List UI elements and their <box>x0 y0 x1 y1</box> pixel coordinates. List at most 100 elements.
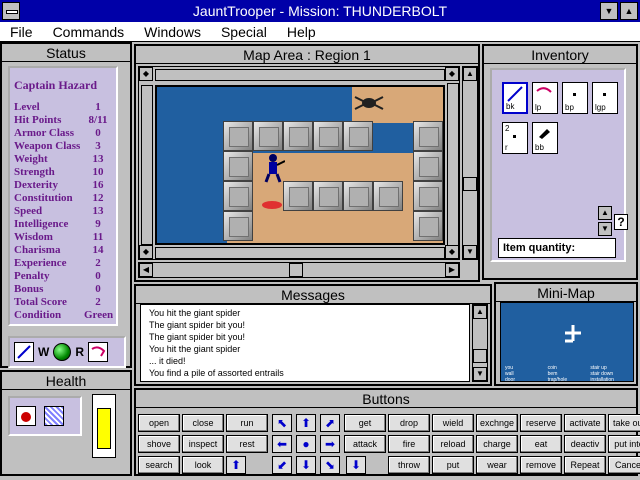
inventory-item-lp[interactable]: lp <box>532 82 558 114</box>
menu-help[interactable]: Help <box>277 22 326 42</box>
inventory-item-r[interactable]: 2r <box>502 122 528 154</box>
medkit-icon[interactable] <box>16 406 36 426</box>
reserve-button[interactable]: reserve <box>520 414 562 432</box>
put-into-button[interactable]: put into <box>608 435 640 453</box>
get-button[interactable]: get <box>344 414 386 432</box>
map-corner-nw[interactable]: ◆ <box>139 67 153 81</box>
legend-entry: trap/hole <box>547 377 568 383</box>
wear-button[interactable]: wear <box>476 456 518 474</box>
throw-button[interactable]: throw <box>388 456 430 474</box>
map-scroll-down[interactable]: ▼ <box>463 245 477 259</box>
arrow-southeast-icon[interactable]: ⬊ <box>320 456 340 474</box>
attack-button[interactable]: attack <box>344 435 386 453</box>
reload-button[interactable]: reload <box>432 435 474 453</box>
legend-entry: door <box>505 377 516 383</box>
minimize-button[interactable]: ▼ <box>600 2 618 20</box>
put-button[interactable]: put <box>432 456 474 474</box>
item-quantity-field[interactable]: Item quantity: <box>498 238 616 258</box>
exchnge-button[interactable]: exchnge <box>476 414 518 432</box>
map-frame: ◆ ◆ ◆ ◆ <box>138 66 460 260</box>
menu-commands[interactable]: Commands <box>43 22 135 42</box>
map-vertical-scrollbar[interactable]: ▲ ▼ <box>462 66 478 260</box>
stat-row: Armor Class 0 <box>14 127 112 140</box>
map-corner-se[interactable]: ◆ <box>445 245 459 259</box>
stat-label: Hit Points <box>14 114 62 126</box>
map-view[interactable] <box>155 85 445 245</box>
deactiv-button[interactable]: deactiv <box>564 435 606 453</box>
stat-row: Wisdom 11 <box>14 231 112 244</box>
inventory-scroll-down[interactable]: ▼ <box>598 222 612 236</box>
giant-spider-icon[interactable] <box>353 91 385 115</box>
stat-value: 14 <box>92 244 104 256</box>
remove-button[interactable]: remove <box>520 456 562 474</box>
stair-up-icon[interactable]: ⬆ <box>226 456 246 474</box>
system-menu-button[interactable] <box>2 2 20 20</box>
map-corner-sw[interactable]: ◆ <box>139 245 153 259</box>
look-button[interactable]: look <box>182 456 224 474</box>
shield-icon[interactable] <box>44 406 64 426</box>
arrow-northeast-icon[interactable]: ⬈ <box>320 414 340 432</box>
stat-value: 3 <box>95 140 101 152</box>
fire-button[interactable]: fire <box>388 435 430 453</box>
eat-button[interactable]: eat <box>520 435 562 453</box>
inventory-item-bk[interactable]: bk <box>502 82 528 114</box>
run-button[interactable]: run <box>226 414 268 432</box>
help-button[interactable]: ? <box>614 214 628 230</box>
map-hscroll-thumb[interactable] <box>289 263 303 277</box>
wield-button[interactable]: wield <box>432 414 474 432</box>
inventory-item-bb[interactable]: bb <box>532 122 558 154</box>
maximize-button[interactable]: ▲ <box>620 2 638 20</box>
wall-tile <box>413 211 443 241</box>
inventory-item-bp[interactable]: bp <box>562 82 588 114</box>
search-button[interactable]: search <box>138 456 180 474</box>
charge-button[interactable]: charge <box>476 435 518 453</box>
arrow-east-icon[interactable]: ➡ <box>320 435 340 453</box>
close-button[interactable]: close <box>182 414 224 432</box>
messages-scroll-up[interactable]: ▲ <box>473 305 487 319</box>
center-dot-icon[interactable]: ● <box>296 435 316 453</box>
wall-tile <box>343 121 373 151</box>
arrow-west-icon[interactable]: ⬅ <box>272 435 292 453</box>
wall-tile <box>223 181 253 211</box>
minimap-panel: Mini-Map you coin stair up wall bem stair dow… <box>494 282 638 386</box>
map-top-rail <box>155 69 445 81</box>
activate-button[interactable]: activate <box>564 414 606 432</box>
map-horizontal-scrollbar[interactable]: ◀ ▶ <box>138 262 460 278</box>
arrow-south-icon[interactable]: ⬇ <box>296 456 316 474</box>
shove-button[interactable]: shove <box>138 435 180 453</box>
minimap-view[interactable]: you coin stair up wall bem stair down door trap… <box>500 302 634 383</box>
messages-scroll-thumb[interactable] <box>473 349 487 363</box>
weapon-slot[interactable] <box>14 342 34 362</box>
take-out-button[interactable]: take out <box>608 414 640 432</box>
messages-scroll-down[interactable]: ▼ <box>473 367 487 381</box>
inventory-scroll-up[interactable]: ▲ <box>598 206 612 220</box>
map-scroll-right[interactable]: ▶ <box>445 263 459 277</box>
rest-button[interactable]: rest <box>226 435 268 453</box>
stat-label: Bonus <box>14 283 44 295</box>
stair-down-icon[interactable]: ⬇ <box>346 456 366 474</box>
arrow-northwest-icon[interactable]: ⬉ <box>272 414 292 432</box>
inventory-item-lgp[interactable]: lgp <box>592 82 618 114</box>
menu-file[interactable]: File <box>0 22 43 42</box>
map-scroll-up[interactable]: ▲ <box>463 67 477 81</box>
map-scroll-left[interactable]: ◀ <box>139 263 153 277</box>
wall-tile <box>313 181 343 211</box>
reserve-slot[interactable] <box>88 342 108 362</box>
open-button[interactable]: open <box>138 414 180 432</box>
repeat-button[interactable]: Repeat <box>564 456 606 474</box>
message-line: You hit the giant spider <box>149 308 241 318</box>
entrails-icon[interactable] <box>261 199 283 209</box>
arrow-north-icon[interactable]: ⬆ <box>296 414 316 432</box>
cancel-button[interactable]: Cancel <box>608 456 640 474</box>
map-bottom-rail <box>155 247 445 259</box>
arrow-southwest-icon[interactable]: ⬋ <box>272 456 292 474</box>
health-items <box>8 396 82 436</box>
drop-button[interactable]: drop <box>388 414 430 432</box>
map-corner-ne[interactable]: ◆ <box>445 67 459 81</box>
map-vscroll-thumb[interactable] <box>463 177 477 191</box>
menu-special[interactable]: Special <box>211 22 277 42</box>
menu-windows[interactable]: Windows <box>134 22 211 42</box>
messages-scrollbar[interactable]: ▲ ▼ <box>472 304 488 382</box>
inspect-button[interactable]: inspect <box>182 435 224 453</box>
stat-value: 2 <box>95 296 101 308</box>
